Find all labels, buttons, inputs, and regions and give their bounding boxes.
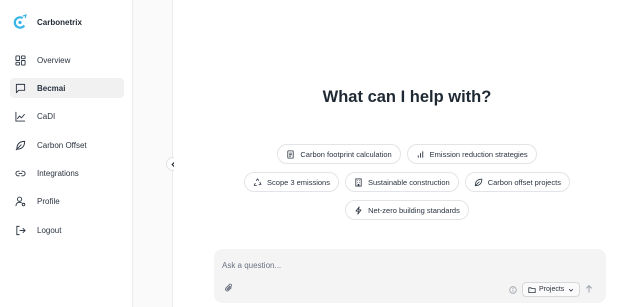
question-input[interactable] (222, 258, 522, 272)
logout-icon (16, 225, 26, 235)
suggestion-chip-label: Carbon offset projects (487, 177, 561, 187)
document-icon (287, 149, 294, 159)
projects-select[interactable]: Projects (522, 282, 581, 297)
sidebar-item-label: Logout (37, 225, 62, 235)
carbonetrix-logo-icon (13, 14, 27, 29)
chevron-down-icon (569, 288, 574, 292)
bolt-icon (355, 205, 362, 215)
chat-main: What can I help with? Carbon footprint c… (174, 0, 640, 307)
suggestion-chips: Carbon footprint calculation Emission re… (174, 144, 640, 228)
brand-name: Carbonetrix (37, 17, 82, 27)
chat-composer: Projects (214, 249, 606, 303)
sidebar-item-label: Overview (37, 55, 71, 65)
bar-chart-icon (417, 150, 423, 158)
paperclip-icon[interactable] (224, 283, 234, 293)
link-icon (15, 170, 26, 177)
chat-icon (15, 83, 26, 93)
sidebar-item-label: Profile (37, 197, 60, 207)
projects-label: Projects (539, 286, 565, 293)
dashboard-icon (15, 54, 26, 66)
leaf-icon (15, 140, 26, 151)
sidebar-item-integrations[interactable]: Integrations (10, 164, 124, 184)
sidebar-nav: Overview Becmai CaDI Carbon Offset Integ… (10, 50, 124, 249)
leaf-icon (474, 178, 482, 186)
sidebar: Carbonetrix Overview Becmai CaDI Carbon … (0, 0, 133, 307)
history-rail (133, 0, 173, 307)
suggestion-chip-label: Emission reduction strategies (429, 149, 528, 159)
suggestion-chip-label: Carbon footprint calculation (300, 149, 392, 159)
sidebar-item-label: Becmai (37, 83, 66, 93)
trend-chart-icon (15, 112, 26, 122)
suggestion-chip[interactable]: Emission reduction strategies (406, 144, 537, 164)
sidebar-item-becmai[interactable]: Becmai (10, 78, 124, 99)
send-arrow-icon[interactable] (584, 284, 594, 294)
recycle-icon (253, 177, 262, 186)
suggestion-chip-label: Net-zero building standards (368, 205, 460, 215)
user-settings-icon (15, 197, 26, 207)
sidebar-item-logout[interactable]: Logout (10, 220, 124, 240)
brand[interactable]: Carbonetrix (12, 14, 82, 30)
building-icon (355, 177, 362, 187)
suggestion-chip-label: Scope 3 emissions (267, 177, 330, 187)
page-title: What can I help with? (322, 88, 492, 106)
sidebar-item-label: CaDI (37, 112, 56, 122)
sidebar-item-label: Integrations (37, 169, 79, 179)
sidebar-item-overview[interactable]: Overview (10, 50, 124, 70)
suggestion-chip-label: Sustainable construction (367, 177, 450, 187)
info-icon[interactable] (509, 286, 517, 294)
sidebar-item-profile[interactable]: Profile (10, 192, 124, 212)
sidebar-item-cadi[interactable]: CaDI (10, 107, 124, 127)
suggestion-chip[interactable]: Carbon footprint calculation (277, 144, 401, 164)
suggestion-chip[interactable]: Net-zero building standards (345, 200, 469, 220)
suggestion-chip[interactable]: Sustainable construction (344, 172, 459, 192)
sidebar-item-carbon-offset[interactable]: Carbon Offset (10, 135, 124, 155)
sidebar-item-label: Carbon Offset (37, 140, 87, 150)
suggestion-chip[interactable]: Scope 3 emissions (244, 172, 339, 192)
folder-icon (528, 286, 536, 293)
suggestion-chip[interactable]: Carbon offset projects (464, 172, 570, 192)
